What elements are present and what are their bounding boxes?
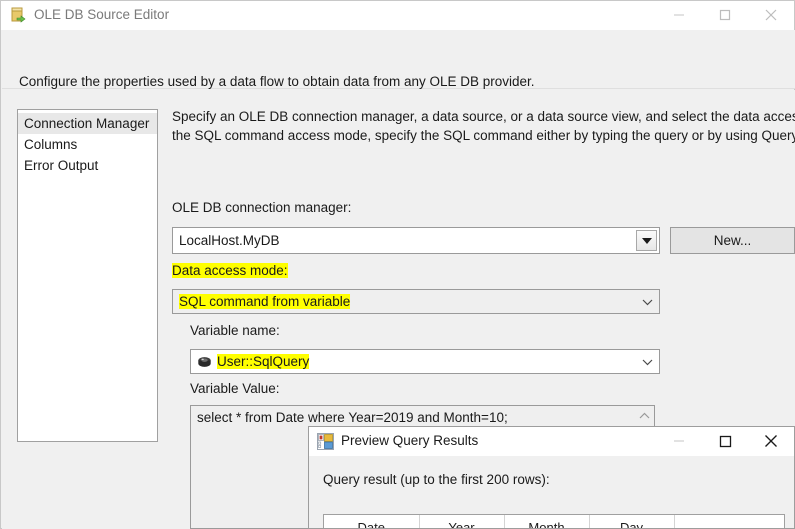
pane-description-line2: the SQL command access mode, specify the… bbox=[172, 128, 795, 143]
sidebar-item-label: Error Output bbox=[24, 158, 99, 173]
chevron-down-icon[interactable] bbox=[636, 230, 657, 251]
column-header-date[interactable]: Date bbox=[324, 515, 420, 528]
preview-form-icon bbox=[317, 433, 334, 450]
main-titlebar[interactable]: OLE DB Source Editor bbox=[1, 1, 794, 30]
variable-name-combo[interactable]: User::SqlQuery bbox=[190, 349, 660, 374]
column-header-year[interactable]: Year bbox=[419, 515, 505, 528]
sidebar-item-label: Connection Manager bbox=[24, 116, 150, 131]
connection-manager-combo[interactable]: LocalHost.MyDB bbox=[172, 227, 660, 254]
connection-manager-value: LocalHost.MyDB bbox=[179, 233, 280, 248]
query-result-grid[interactable]: Date Year Month Day 10/5/2019... 2019 10… bbox=[323, 514, 785, 528]
preview-window-title: Preview Query Results bbox=[341, 433, 479, 448]
column-header-day[interactable]: Day bbox=[589, 515, 675, 528]
sidebar-item-columns[interactable]: Columns bbox=[18, 134, 157, 155]
data-access-mode-label-text: Data access mode: bbox=[172, 263, 288, 278]
variable-name-value-wrap: User::SqlQuery bbox=[217, 354, 635, 369]
data-access-mode-label: Data access mode: bbox=[172, 263, 288, 278]
data-access-mode-combo[interactable]: SQL command from variable bbox=[172, 289, 660, 314]
minimize-button[interactable] bbox=[656, 1, 702, 29]
query-result-label: Query result (up to the first 200 rows): bbox=[323, 472, 550, 487]
variable-value-label: Variable Value: bbox=[190, 381, 280, 396]
preview-minimize-button[interactable] bbox=[656, 427, 702, 455]
page-list[interactable]: Connection Manager Columns Error Output bbox=[17, 109, 158, 442]
sidebar-item-connection-manager[interactable]: Connection Manager bbox=[18, 113, 157, 134]
preview-body: Query result (up to the first 200 rows):… bbox=[309, 456, 794, 528]
scroll-up-arrow-icon[interactable] bbox=[636, 408, 652, 424]
maximize-button[interactable] bbox=[702, 1, 748, 29]
column-header-filler bbox=[674, 515, 784, 528]
pane-description-line1: Specify an OLE DB connection manager, a … bbox=[172, 109, 795, 124]
variable-value-text: select * from Date where Year=2019 and M… bbox=[197, 410, 508, 425]
close-button[interactable] bbox=[748, 1, 794, 29]
preview-query-results-window: Preview Query Results Query result (up t… bbox=[308, 426, 795, 529]
header-band: Configure the properties used by a data … bbox=[2, 30, 795, 89]
sidebar-item-label: Columns bbox=[24, 137, 78, 152]
data-access-mode-value: SQL command from variable bbox=[179, 294, 351, 309]
window-title: OLE DB Source Editor bbox=[34, 7, 170, 22]
preview-close-button[interactable] bbox=[748, 427, 794, 455]
variable-name-value: User::SqlQuery bbox=[217, 354, 310, 369]
data-access-mode-value-wrap: SQL command from variable bbox=[173, 294, 635, 309]
chevron-down-icon[interactable] bbox=[635, 298, 659, 306]
sidebar-item-error-output[interactable]: Error Output bbox=[18, 155, 157, 176]
new-connection-button[interactable]: New... bbox=[670, 227, 795, 254]
variable-name-label: Variable name: bbox=[190, 323, 280, 338]
header-description: Configure the properties used by a data … bbox=[19, 74, 535, 89]
ole-db-source-icon bbox=[10, 7, 27, 24]
variable-cube-icon bbox=[191, 355, 217, 369]
chevron-down-icon[interactable] bbox=[635, 358, 659, 366]
connection-manager-label: OLE DB connection manager: bbox=[172, 200, 352, 215]
preview-maximize-button[interactable] bbox=[702, 427, 748, 455]
column-header-month[interactable]: Month bbox=[504, 515, 590, 528]
table-header-row: Date Year Month Day bbox=[324, 515, 784, 528]
preview-titlebar[interactable]: Preview Query Results bbox=[309, 427, 794, 456]
